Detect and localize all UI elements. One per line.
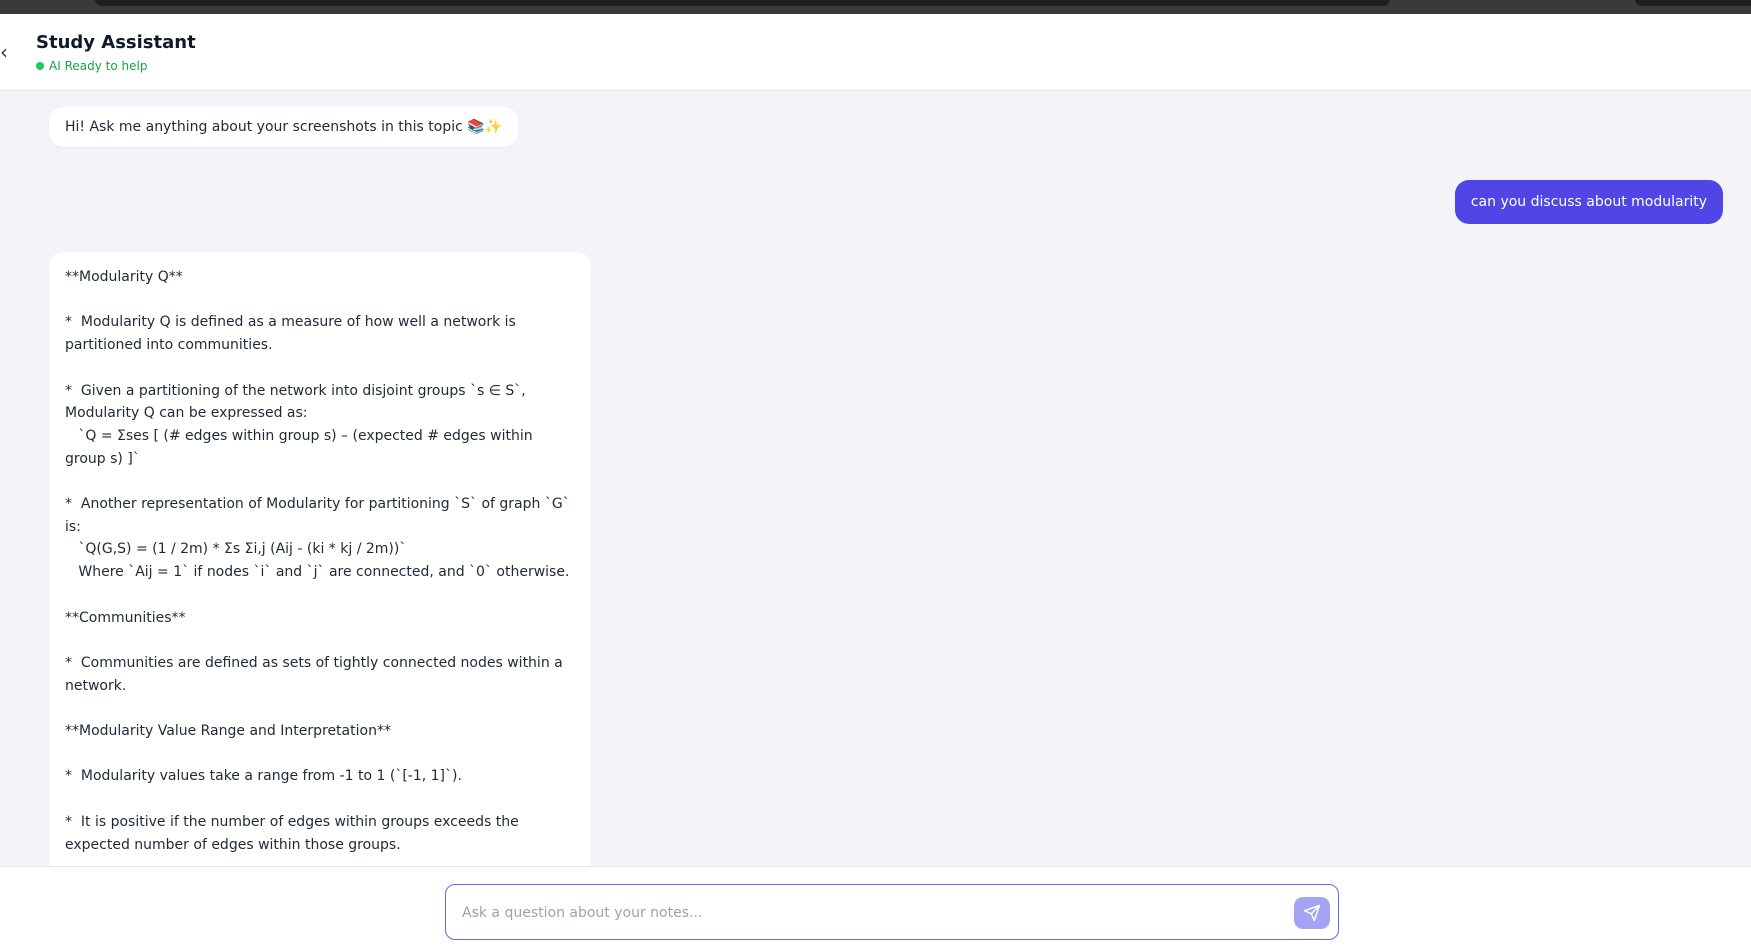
- ai-greeting-message: Hi! Ask me anything about your screensho…: [49, 107, 519, 147]
- reply-line: * Communities are defined as sets of tig…: [65, 654, 568, 694]
- chevron-left-icon[interactable]: ‹: [0, 42, 8, 62]
- reply-line: [65, 856, 575, 866]
- reply-line: Where `Aij = 1` if nodes `i` and `j` are…: [65, 564, 570, 581]
- composer-bar: [0, 866, 1751, 948]
- reply-line: `Q = Σses [ (# edges within group s) – (…: [65, 427, 538, 467]
- reply-line: `Q(G,S) = (1 / 2m) * Σs Σi,j (Aij - (ki …: [65, 541, 407, 558]
- reply-line: **Modularity Q**: [65, 269, 183, 285]
- reply-line: [65, 289, 575, 312]
- browser-top-strip: [0, 0, 1751, 14]
- status-text: AI Ready to help: [49, 59, 148, 73]
- question-input[interactable]: [460, 899, 1274, 927]
- browser-tab-bar-right: [1635, 0, 1751, 6]
- reply-line: * Modularity values take a range from -1…: [65, 768, 462, 785]
- reply-line: * Given a partitioning of the network in…: [65, 382, 531, 422]
- chat-messages[interactable]: Hi! Ask me anything about your screensho…: [0, 90, 1751, 866]
- composer-input-wrapper: [445, 884, 1339, 940]
- user-message: can you discuss about modularity: [1454, 180, 1723, 224]
- reply-line: **Modularity Value Range and Interpretat…: [65, 723, 391, 740]
- reply-line: [65, 697, 575, 720]
- status-dot-icon: [36, 62, 44, 70]
- status-indicator: AI Ready to help: [36, 59, 147, 73]
- ai-reply-message: **Modularity Q** * Modularity Q is defin…: [49, 252, 591, 866]
- reply-line: **Communities**: [65, 609, 186, 626]
- reply-line: * Another representation of Modularity f…: [65, 496, 575, 535]
- send-icon: [1303, 904, 1321, 922]
- chat-header: ‹ Study Assistant AI Ready to help: [0, 14, 1751, 91]
- reply-line: * It is positive if the number of edges …: [65, 813, 524, 853]
- reply-line: * Modularity Q is defined as a measure o…: [65, 314, 521, 354]
- reply-line: [65, 470, 575, 493]
- reply-line: [65, 629, 575, 652]
- send-button[interactable]: [1294, 897, 1330, 929]
- page-title: Study Assistant: [36, 32, 196, 53]
- reply-line: [65, 788, 575, 811]
- reply-line: [65, 743, 575, 766]
- reply-line: [65, 584, 575, 607]
- reply-line: [65, 357, 575, 380]
- browser-tab-bar: [95, 0, 1390, 6]
